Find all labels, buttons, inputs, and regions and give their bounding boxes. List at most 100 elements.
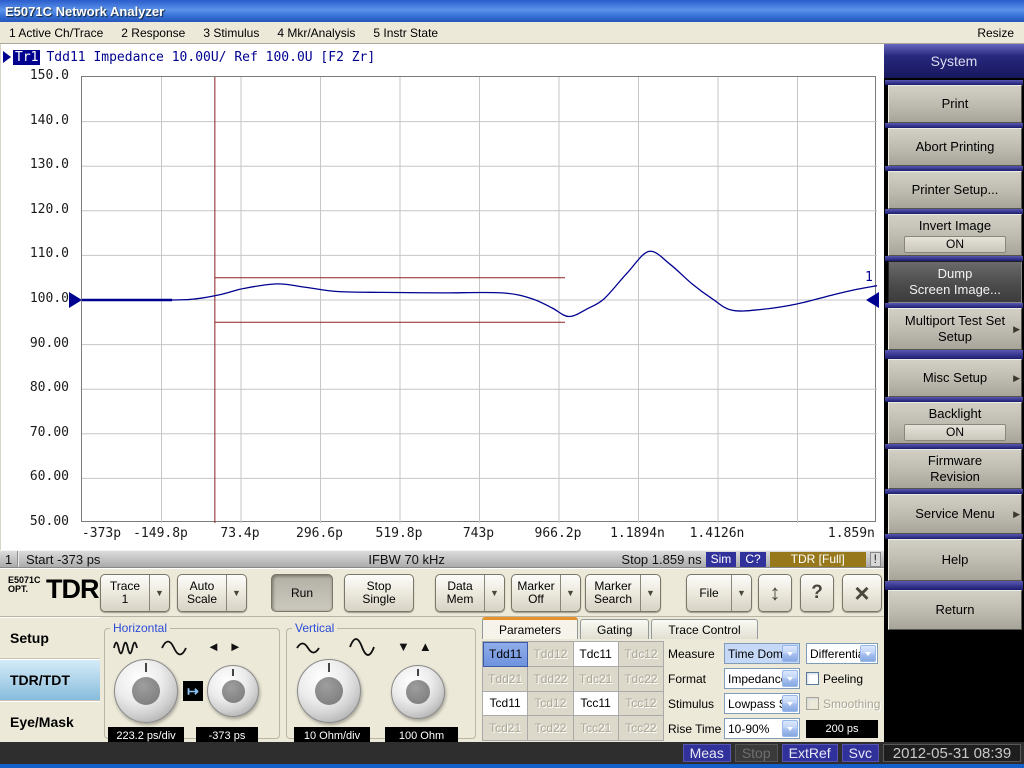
run-button[interactable]: Run [271,574,333,612]
rise-time-dropdown[interactable]: 10-90% [724,718,800,739]
stop-indicator: Stop [735,744,778,762]
softkey-firmware-revision[interactable]: Firmware Revision [888,449,1022,489]
menu-instr-state[interactable]: 5 Instr State [364,24,447,42]
matrix-cell-Tcd22[interactable]: Tcd22 [528,716,573,741]
tab-tdr-tdt[interactable]: TDR/TDT [0,659,100,701]
matrix-cell-Tcc12[interactable]: Tcc12 [619,692,664,717]
menu-mkr-analysis[interactable]: 4 Mkr/Analysis [268,24,364,42]
matrix-cell-Tcd12[interactable]: Tcd12 [528,692,573,717]
topology-dropdown[interactable]: Differentia [806,643,878,664]
measure-dropdown-arrow-icon[interactable] [782,645,798,662]
matrix-cell-Tdc12[interactable]: Tdc12 [619,642,664,667]
plot-area[interactable]: 1 [81,76,876,522]
sparse-wave-icon [161,639,187,657]
matrix-cell-Tcd21[interactable]: Tcd21 [483,716,528,741]
minimize-restore-button[interactable]: ↕ [758,574,792,612]
format-dropdown-arrow-icon[interactable] [782,670,798,687]
vertical-position-knob[interactable] [391,665,445,719]
trace-title-bar[interactable]: Tr1 Tdd11 Impedance 10.00U/ Ref 100.0U [… [3,49,375,65]
marker-search-dropdown-arrow-icon[interactable]: ▼ [640,575,660,611]
marker-search-button[interactable]: MarkerSearch ▼ [585,574,661,612]
matrix-cell-Tdd22[interactable]: Tdd22 [528,667,573,692]
trace-dropdown-arrow-icon[interactable]: ▼ [149,575,169,611]
start-value: Start -373 ps [18,552,100,567]
channel-number: 1 [0,551,18,567]
auto-scale-dropdown-arrow-icon[interactable]: ▼ [226,575,246,611]
menu-active-ch-trace[interactable]: 1 Active Ch/Trace [0,24,112,42]
softkey-invert-image[interactable]: Invert Image ON [888,214,1022,256]
format-dropdown[interactable]: Impedance [724,668,800,689]
trace-select-button[interactable]: Trace1 ▼ [100,574,170,612]
y-tick-label: 120.0 [9,202,69,217]
ifbw-value: IFBW 70 kHz [368,552,445,567]
matrix-cell-Tcc21[interactable]: Tcc21 [574,716,619,741]
resize-button[interactable]: Resize [967,24,1024,42]
active-trace-arrow-icon [3,51,11,63]
submenu-arrow-icon: ▶ [1013,321,1020,337]
smoothing-checkbox[interactable] [806,697,819,710]
softkey-service-menu[interactable]: Service Menu ▶ [888,494,1022,534]
rise-time-dropdown-arrow-icon[interactable] [782,720,798,737]
tab-parameters[interactable]: Parameters [482,617,578,639]
x-tick-label: 1.859n [827,526,876,541]
softkey-print[interactable]: Print [888,85,1022,123]
invert-image-on-indicator[interactable]: ON [904,236,1006,253]
auto-scale-button[interactable]: AutoScale ▼ [177,574,247,612]
horizontal-scale-knob[interactable] [114,659,178,723]
matrix-cell-Tcd11[interactable]: Tcd11 [483,692,528,717]
y-tick-label: 100.0 [9,291,69,306]
instrument-status-bar: Meas Stop ExtRef Svc 2012-05-31 08:39 [0,742,1024,764]
softkey-dump-screen-image[interactable]: Dump Screen Image... [888,261,1022,303]
tab-trace-control[interactable]: Trace Control [651,619,757,639]
file-button[interactable]: File ▼ [686,574,752,612]
close-toolbar-button[interactable]: × [842,574,882,612]
softkey-printer-setup[interactable]: Printer Setup... [888,171,1022,209]
matrix-cell-Tdd21[interactable]: Tdd21 [483,667,528,692]
stimulus-dropdown[interactable]: Lowpass S [724,693,800,714]
matrix-cell-Tdd12[interactable]: Tdd12 [528,642,573,667]
meas-indicator: Meas [683,744,731,762]
horizontal-group-label: Horizontal [110,621,170,635]
smoothing-label: Smoothing [823,697,880,711]
file-dropdown-arrow-icon[interactable]: ▼ [731,575,751,611]
matrix-cell-Tdc22[interactable]: Tdc22 [619,667,664,692]
stop-single-button[interactable]: StopSingle [344,574,414,612]
tdr-mode-badge: TDR [Full] [770,552,866,567]
vertical-scale-knob[interactable] [297,659,361,723]
peeling-checkbox[interactable] [806,672,819,685]
y-tick-label: 140.0 [9,113,69,128]
data-mem-button[interactable]: DataMem ▼ [435,574,505,612]
matrix-cell-Tdc11[interactable]: Tdc11 [574,642,619,667]
softkey-multiport-test-set-setup[interactable]: Multiport Test Set Setup ▶ [888,308,1022,350]
tab-eye-mask[interactable]: Eye/Mask [0,701,100,743]
close-icon: × [854,578,869,609]
matrix-cell-Tdd11[interactable]: Tdd11 [483,642,528,667]
matrix-cell-Tcc11[interactable]: Tcc11 [574,692,619,717]
softkey-backlight[interactable]: Backlight ON [888,402,1022,444]
help-button[interactable]: ? [800,574,834,612]
grid-lines [82,77,877,523]
x-axis-labels: -373p-149.8p73.4p296.6p519.8p743p966.2p1… [81,526,876,542]
stimulus-dropdown-arrow-icon[interactable] [782,695,798,712]
tdr-toolbar: E5071C OPT. TDR Trace1 ▼ AutoScale ▼ Run… [0,568,884,616]
softkey-help[interactable]: Help [888,539,1022,581]
marker-off-dropdown-arrow-icon[interactable]: ▼ [560,575,580,611]
tab-gating[interactable]: Gating [580,619,649,639]
matrix-cell-Tdc21[interactable]: Tdc21 [574,667,619,692]
menu-stimulus[interactable]: 3 Stimulus [194,24,268,42]
measure-dropdown[interactable]: Time Doma [724,643,800,664]
topology-dropdown-arrow-icon[interactable] [860,645,876,662]
x-tick-label: 73.4p [220,526,261,541]
softkey-return[interactable]: Return [888,590,1022,630]
menu-response[interactable]: 2 Response [112,24,194,42]
data-mem-dropdown-arrow-icon[interactable]: ▼ [484,575,504,611]
softkey-abort-printing[interactable]: Abort Printing [888,128,1022,166]
matrix-cell-Tcc22[interactable]: Tcc22 [619,716,664,741]
softkey-misc-setup[interactable]: Misc Setup ▶ [888,359,1022,397]
x-tick-label: 519.8p [374,526,423,541]
horizontal-position-knob[interactable] [207,665,259,717]
parameter-matrix: Tdd11Tdd12Tdc11Tdc12 Tdd21Tdd22Tdc21Tdc22… [482,641,664,741]
marker-off-button[interactable]: MarkerOff ▼ [511,574,581,612]
tab-setup[interactable]: Setup [0,617,100,659]
backlight-on-indicator[interactable]: ON [904,424,1006,441]
